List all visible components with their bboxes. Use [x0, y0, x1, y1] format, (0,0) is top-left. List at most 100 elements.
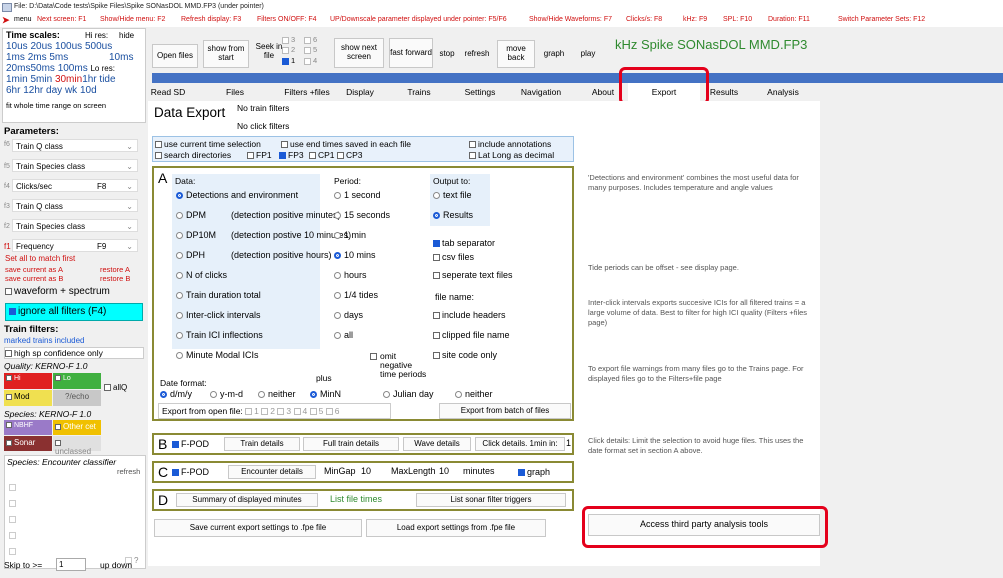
separate-text-files-checkbox[interactable]: seperate text files [433, 270, 513, 280]
fpod-b-checkbox[interactable]: F-POD [172, 439, 209, 449]
click-details-value[interactable]: 1 [566, 438, 571, 448]
scale-100us[interactable]: 100us [55, 41, 82, 52]
scale-500us[interactable]: 500us [85, 41, 112, 52]
stop-button[interactable]: stop [436, 44, 458, 64]
annotations-checkbox[interactable]: include annotations [469, 139, 551, 149]
fpod-c-checkbox[interactable]: F-POD [172, 467, 209, 477]
quality-lo-button[interactable]: Lo [53, 373, 101, 389]
end-times-checkbox[interactable]: use end times saved in each file [281, 139, 411, 149]
data-option[interactable]: Inter-click intervals [176, 310, 346, 320]
menu-button[interactable]: menu [14, 13, 32, 27]
species-unclassed-button[interactable]: unclassed [53, 436, 101, 456]
scale-10us[interactable]: 10us [6, 41, 28, 52]
fp1-checkbox[interactable]: FP1 [247, 150, 272, 160]
scale-10d[interactable]: 10d [80, 85, 97, 96]
graph-button[interactable]: graph [538, 44, 570, 64]
encounter-checkbox[interactable] [9, 482, 18, 492]
scale-1min[interactable]: 1min [6, 74, 28, 85]
include-headers-checkbox[interactable]: include headers [433, 310, 506, 320]
site-code-only-checkbox[interactable]: site code only [433, 350, 497, 360]
scale-day[interactable]: day [46, 85, 62, 96]
species-nbhf-button[interactable]: NBHF [4, 420, 52, 435]
scale-wk[interactable]: wk [65, 85, 77, 96]
seek-checkbox-3[interactable]: 3 [282, 35, 295, 44]
scale-6hr[interactable]: 6hr [6, 85, 20, 96]
tab-trains[interactable]: Trains [402, 83, 436, 101]
seek-checkbox-4[interactable]: 4 [304, 56, 317, 65]
scale-5ms[interactable]: 5ms [49, 52, 68, 63]
param-select-f5[interactable]: Train Species class ⌄ [12, 159, 138, 172]
mingap-input[interactable]: 10 [361, 466, 371, 476]
quality-mod-button[interactable]: Mod [4, 390, 52, 406]
clipped-file-name-checkbox[interactable]: clipped file name [433, 330, 510, 340]
seek-checkbox-1[interactable]: 1 [282, 56, 295, 65]
tab-files[interactable]: Files [220, 83, 250, 101]
scale-100ms[interactable]: 100ms [58, 63, 88, 74]
seek-checkbox-5[interactable]: 5 [304, 45, 317, 54]
save-a-link[interactable]: save current as A [5, 265, 63, 274]
plus-neither-radio[interactable]: neither [455, 389, 493, 399]
csv-files-checkbox[interactable]: csv files [433, 252, 474, 262]
set-all-link[interactable]: Set all to match first [5, 254, 75, 263]
param-select-f4[interactable]: Clicks/sec F8 ⌄ [12, 179, 138, 192]
plus-julian-radio[interactable]: Julian day [383, 389, 434, 399]
tab-about[interactable]: About [588, 83, 618, 101]
search-directories-checkbox[interactable]: search directories [155, 150, 231, 160]
tab-settings[interactable]: Settings [459, 83, 501, 101]
high-sp-checkbox[interactable]: high sp confidence only [4, 347, 144, 359]
period-option[interactable]: 1 min [334, 230, 414, 240]
encounter-details-button[interactable]: Encounter details [228, 465, 316, 479]
period-option[interactable]: 15 seconds [334, 210, 414, 220]
lat-long-checkbox[interactable]: Lat Long as decimal [469, 150, 554, 160]
data-option[interactable]: Train duration total [176, 290, 346, 300]
scale-30min[interactable]: 30min [55, 74, 82, 85]
date-format-dmy-radio[interactable]: d/m/y [160, 389, 192, 399]
encounter-checkbox[interactable] [9, 530, 18, 540]
click-details-button[interactable]: Click details. 1min in: [475, 437, 565, 451]
encounter-checkbox[interactable] [9, 498, 18, 508]
quality-echo-button[interactable]: ?/echo [53, 390, 101, 406]
scale-20us[interactable]: 20us [30, 41, 52, 52]
current-time-checkbox[interactable]: use current time selection [155, 139, 261, 149]
param-select-f2[interactable]: Train Species class ⌄ [12, 219, 138, 232]
period-option[interactable]: hours [334, 270, 414, 280]
restore-b-link[interactable]: restore B [100, 274, 130, 283]
time-scrollbar[interactable] [152, 73, 1003, 83]
period-option[interactable]: 10 mins [334, 250, 414, 260]
load-export-settings-button[interactable]: Load export settings from .fpe file [366, 519, 546, 537]
encounter-checkbox[interactable] [9, 514, 18, 524]
open-files-button[interactable]: Open files [152, 44, 198, 68]
up-down-buttons[interactable]: up down [100, 560, 132, 570]
all-q-checkbox[interactable]: allQ [104, 383, 127, 392]
period-option[interactable]: days [334, 310, 414, 320]
species-sonar-button[interactable]: Sonar [4, 436, 52, 451]
tab-filters-files[interactable]: Filters +files [278, 83, 336, 101]
skip-to-input[interactable]: 1 [56, 558, 86, 571]
tab-read-sd[interactable]: Read SD [148, 83, 188, 101]
wave-details-button[interactable]: Wave details [403, 437, 471, 451]
full-train-details-button[interactable]: Full train details [303, 437, 399, 451]
omit-negative-checkbox[interactable]: omit negative time periods [370, 352, 428, 379]
list-file-times-button[interactable]: List file times [330, 494, 382, 504]
data-option[interactable]: Detections and environment [176, 190, 346, 200]
save-export-settings-button[interactable]: Save current export settings to .fpe fil… [154, 519, 362, 537]
train-details-button[interactable]: Train details [224, 437, 300, 451]
date-format-ymd-radio[interactable]: y-m-d [210, 389, 243, 399]
refresh-button[interactable]: refresh [461, 44, 493, 64]
menu-arrow-icon[interactable]: ➤ [2, 13, 10, 27]
data-option[interactable]: Train ICI inflections [176, 330, 346, 340]
data-option[interactable]: N of clicks [176, 270, 346, 280]
tab-navigation[interactable]: Navigation [515, 83, 567, 101]
plus-minn-radio[interactable]: MinN [310, 389, 341, 399]
output-results-radio[interactable]: Results [433, 210, 493, 220]
seek-checkbox-6[interactable]: 6 [304, 35, 317, 44]
tab-analysis[interactable]: Analysis [760, 83, 806, 101]
show-from-start-button[interactable]: show from start [203, 40, 249, 68]
ignore-filters-toggle[interactable]: ignore all filters (F4) [5, 303, 143, 321]
scale-20ms[interactable]: 20ms [6, 63, 30, 74]
scale-1ms[interactable]: 1ms [6, 52, 25, 63]
save-b-link[interactable]: save current as B [5, 274, 63, 283]
fp3-checkbox[interactable]: FP3 [279, 150, 304, 160]
graph-checkbox[interactable]: graph [518, 467, 550, 477]
species-other-cet-button[interactable]: Other cet [53, 420, 101, 435]
